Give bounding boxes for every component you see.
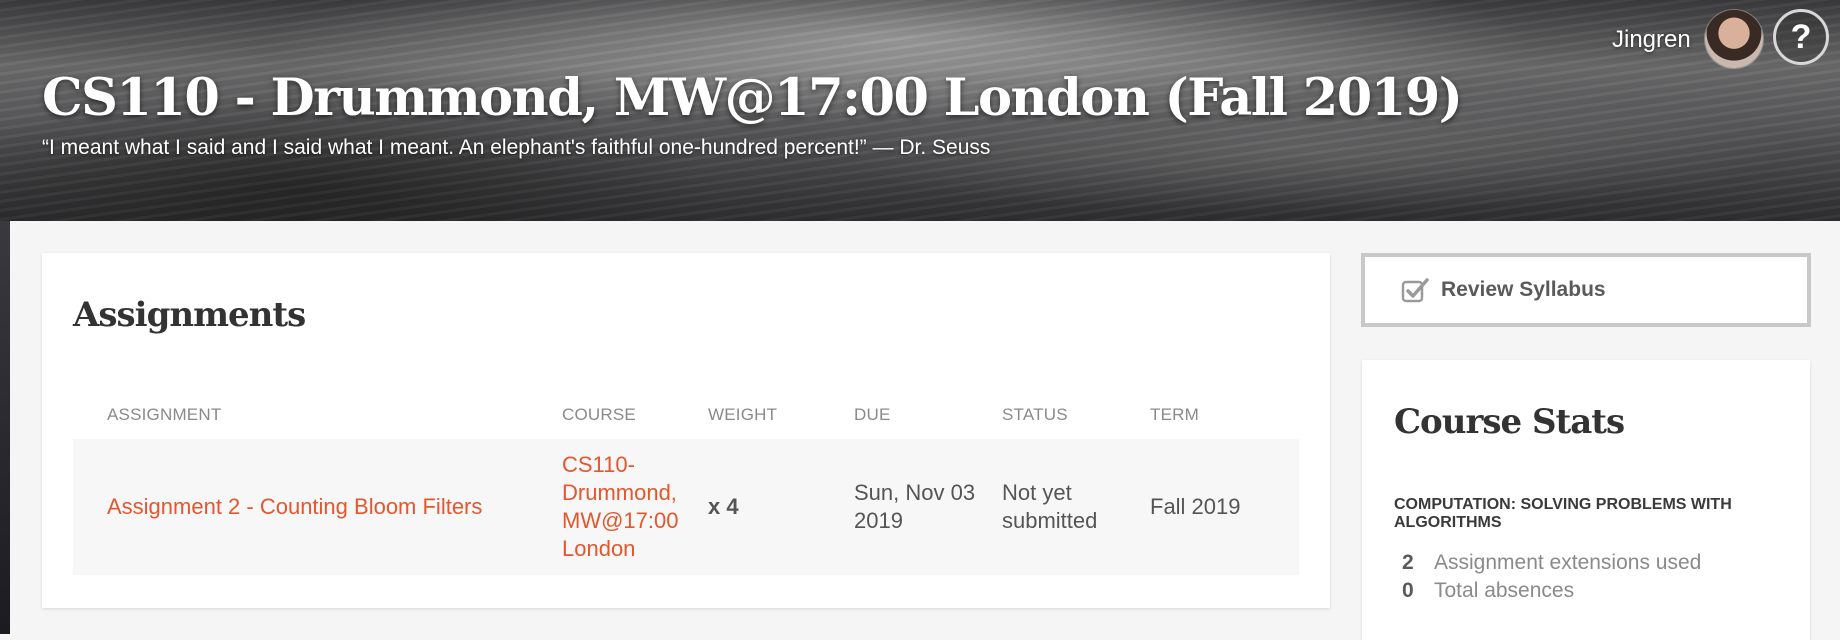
left-edge-strip [0,221,10,634]
status-line: Not yet [1002,480,1072,505]
term-value: Fall 2019 [1150,494,1241,519]
column-header-assignment[interactable]: ASSIGNMENT [107,405,221,425]
column-header-status[interactable]: STATUS [1002,405,1068,425]
column-header-term[interactable]: TERM [1150,405,1199,425]
assignment-link[interactable]: Assignment 2 - Counting Bloom Filters [107,493,482,521]
column-header-due[interactable]: DUE [854,405,891,425]
user-name[interactable]: Jingren [1612,26,1691,54]
column-header-weight[interactable]: WEIGHT [708,405,777,425]
course-quote: “I meant what I said and I said what I m… [42,136,991,159]
column-header-course[interactable]: COURSE [562,405,636,425]
course-header: CS110 - Drummond, MW@17:00 London (Fall … [0,0,1840,221]
absences-label: Total absences [1434,579,1575,602]
status-line: submitted [1002,508,1098,533]
course-link[interactable]: CS110- Drummond, MW@17:00 London [562,451,678,563]
status-text: Not yet submitted [1002,479,1097,535]
help-button[interactable]: ? [1773,9,1829,65]
assignments-heading: Assignments [73,295,306,335]
course-line: MW@17:00 [562,508,679,533]
due-date: Sun, Nov 03 2019 [854,479,975,535]
extensions-label: Assignment extensions used [1434,551,1702,574]
avatar[interactable] [1705,10,1763,68]
question-mark-icon: ? [1790,17,1812,56]
course-stats-heading: Course Stats [1394,402,1625,442]
course-line: CS110- [562,452,635,477]
review-syllabus-label: Review Syllabus [1441,278,1606,301]
due-line: 2019 [854,508,903,533]
course-line: London [562,536,636,561]
absences-count: 0 [1402,579,1414,602]
course-line: Drummond, [562,480,677,505]
course-stats-card: Course Stats COMPUTATION: SOLVING PROBLE… [1362,360,1810,640]
weight-value: x 4 [708,494,739,519]
assignments-card: Assignments ASSIGNMENT COURSE WEIGHT DUE… [42,253,1330,608]
page-title: CS110 - Drummond, MW@17:00 London (Fall … [42,68,1463,128]
extensions-count: 2 [1402,551,1414,574]
course-name: COMPUTATION: SOLVING PROBLEMS WITH ALGOR… [1394,496,1732,531]
review-syllabus-button[interactable]: Review Syllabus [1361,253,1811,327]
due-line: Sun, Nov 03 [854,480,976,505]
checkbox-icon [1401,277,1429,303]
